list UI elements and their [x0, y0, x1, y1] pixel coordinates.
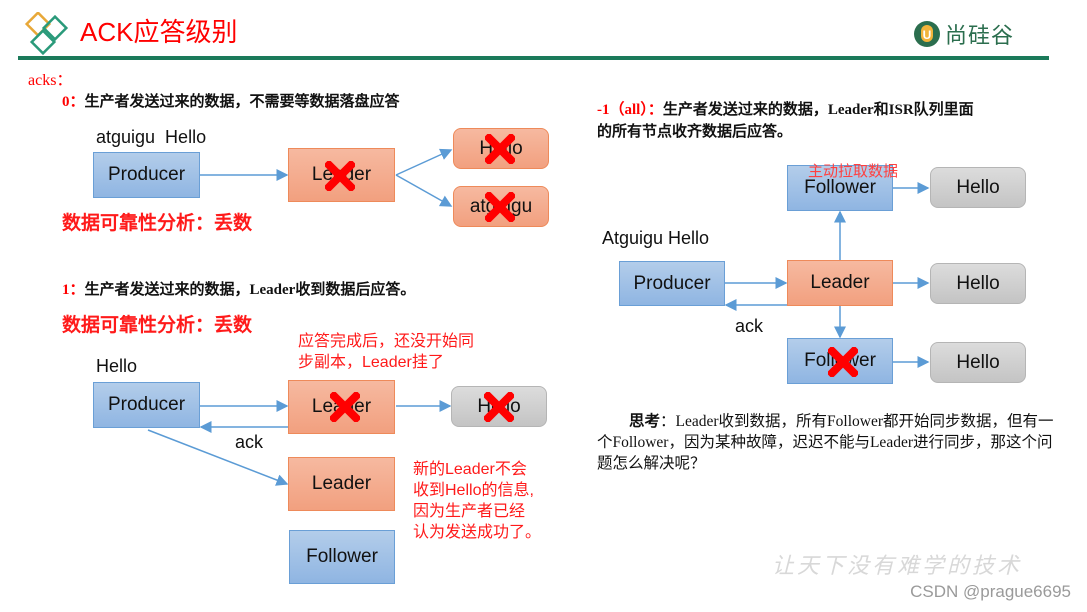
hello-box-top: Hello	[930, 167, 1026, 208]
csdn-credit: CSDN @prague6695	[910, 582, 1071, 601]
failed-leader-box-1: Leader	[288, 380, 395, 434]
section-0-messages: atguigu Hello	[96, 127, 207, 147]
thinking-label: 思考	[629, 413, 661, 430]
pull-data-note: 主动拉取数据	[808, 163, 899, 180]
ack-label-all: ack	[735, 316, 764, 336]
new-leader-box: Leader	[288, 457, 395, 511]
follower-bottom-box: Follower	[787, 338, 893, 384]
section-all-heading: -1（all）：生产者发送过来的数据，Leader和ISR队列里面 的所有节点收…	[597, 102, 974, 140]
ack-label-1: ack	[235, 432, 264, 452]
target-hello-box-0: Hello	[453, 128, 549, 169]
section-0-reliability: 数据可靠性分析：丢数	[62, 213, 253, 234]
section-1-messages: Hello	[96, 356, 138, 376]
section-1-heading: 1：生产者发送过来的数据，Leader收到数据后应答。	[62, 282, 416, 298]
new-leader-note: 新的Leader不会 收到Hello的信息, 因为生产者已经 认为发送成功了。	[413, 461, 542, 541]
target-hello-box-1: Hello	[451, 386, 547, 427]
slogan-watermark: 让天下没有难学的技术	[771, 554, 1022, 579]
producer-box-0: Producer	[93, 152, 200, 198]
follower-box-1: Follower	[289, 530, 395, 584]
section-1-reliability: 数据可靠性分析：丢数	[62, 315, 253, 336]
arrow-producer-to-new-leader	[147, 429, 289, 486]
section-all-messages: Atguigu Hello	[602, 228, 710, 248]
thinking-paragraph: 思考：Leader收到数据，所有Follower都开始同步数据，但有一个Foll…	[597, 411, 1057, 474]
thinking-text: ：Leader收到数据，所有Follower都开始同步数据，但有一个Follow…	[597, 413, 1054, 472]
arrow-leader-to-atguigu-0	[395, 174, 453, 207]
leader-box-0: Leader	[288, 148, 395, 202]
hello-box-middle: Hello	[930, 263, 1026, 304]
leader-box-all: Leader	[787, 260, 893, 306]
hello-box-bottom: Hello	[930, 342, 1026, 383]
producer-box-all: Producer	[619, 261, 725, 306]
producer-box-1: Producer	[93, 382, 200, 428]
target-atguigu-box-0: atguigu	[453, 186, 549, 227]
section-0-heading: 0：生产者发送过来的数据，不需要等数据落盘应答	[62, 94, 400, 110]
arrow-leader-to-hello-0	[395, 148, 453, 176]
leader-failure-note: 应答完成后，还没开始同 步副本，Leader挂了	[298, 333, 475, 371]
